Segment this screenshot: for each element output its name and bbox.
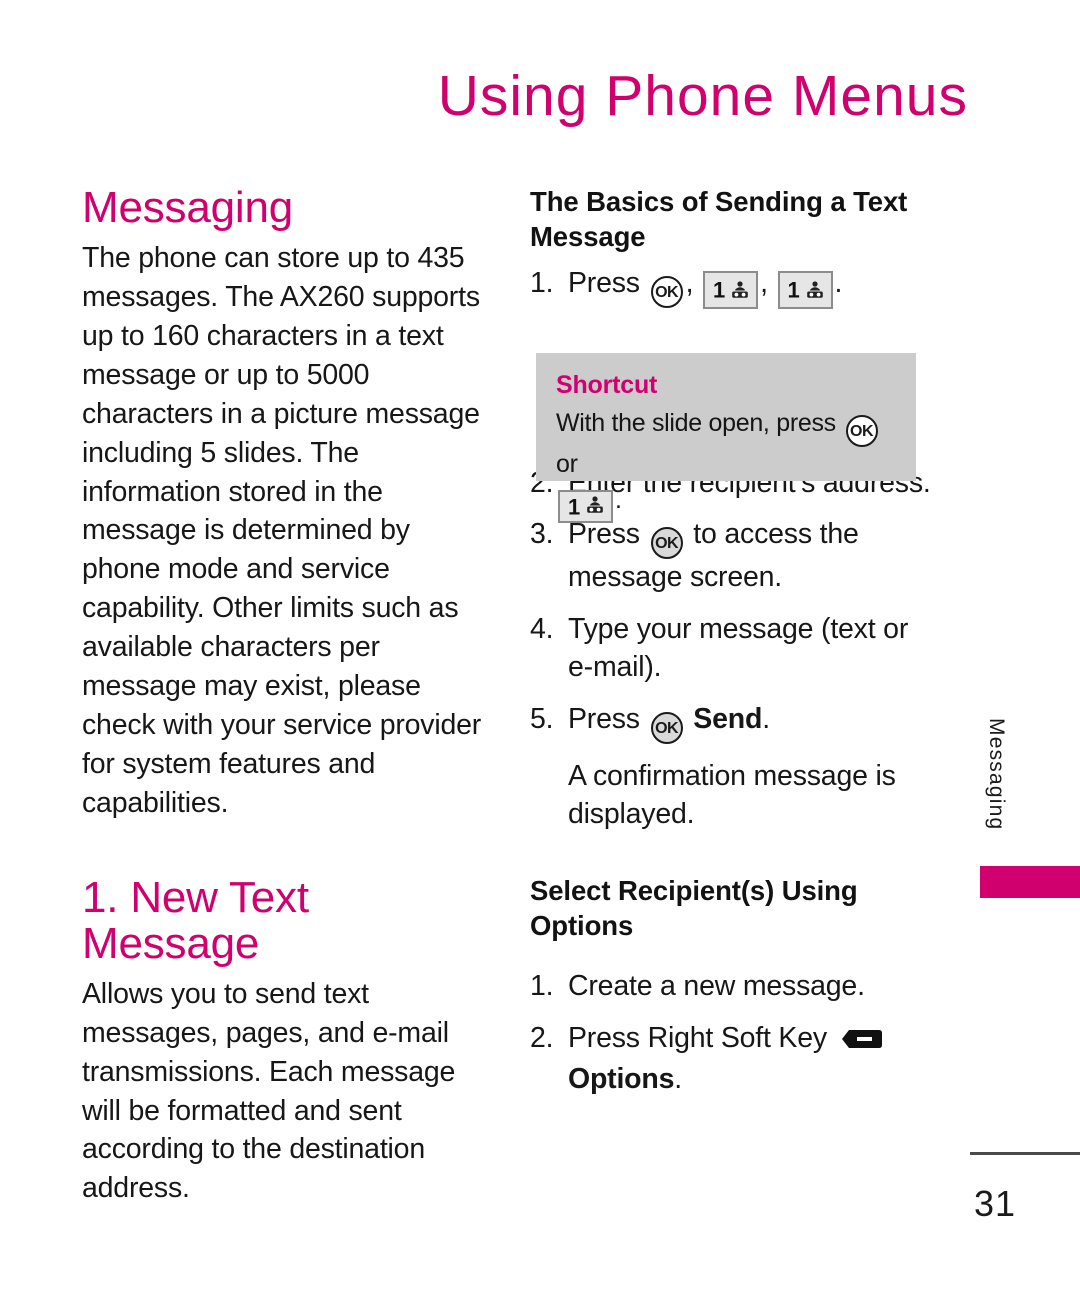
step-text-suffix: .: [674, 1062, 682, 1095]
ok-key-icon[interactable]: OK: [650, 712, 683, 745]
step-item: 2. Press Right Soft Key Options.: [530, 1020, 932, 1099]
step-text: Create a new message.: [568, 969, 865, 1002]
step-text: Press: [568, 266, 640, 299]
voicemail-icon: [730, 276, 750, 305]
heading-select-recipients-using-options: Select Recipient(s) Using Options: [530, 874, 858, 941]
step-item: 4. Type your message (text or e-mail).: [530, 611, 932, 687]
step-text: Press Right Soft Key: [568, 1021, 827, 1054]
section-heading-messaging: Messaging: [82, 183, 293, 232]
step-number: 1.: [530, 969, 554, 1002]
step-number: 4.: [530, 613, 554, 646]
ok-key-icon[interactable]: OK: [845, 415, 878, 447]
page-number: 31: [973, 1183, 1017, 1224]
one-key-icon[interactable]: 1: [703, 270, 759, 309]
options-steps-list: 1. Create a new message. 2. Press Right …: [530, 968, 932, 1099]
section-heading-new-text-message: 1. New Text Message: [82, 872, 309, 968]
step-item: 1. Press OK, 1, 1.: [530, 265, 932, 309]
options-label: Options: [568, 1062, 675, 1095]
step-text-suffix: .: [834, 266, 843, 299]
new-text-message-paragraph: Allows you to send text messages, pages,…: [82, 977, 456, 1205]
one-key-digit: 1: [787, 277, 800, 303]
page-title: Using Phone Menus: [437, 64, 968, 128]
voicemail-icon: [585, 494, 605, 519]
left-column: Messaging The phone can store up to 435 …: [82, 183, 494, 1208]
right-column: The Basics of Sending a Text Message 1. …: [530, 185, 932, 1112]
shortcut-text-middle: or: [556, 450, 578, 478]
shortcut-title: Shortcut: [556, 371, 658, 399]
step-number: 5.: [530, 703, 554, 736]
step-item: 1. Create a new message.: [530, 968, 932, 1006]
shortcut-callout-box: Shortcut With the slide open, press OK o…: [536, 353, 916, 524]
step-item: 5. Press OK Send.: [530, 701, 932, 745]
shortcut-text-after: .: [614, 485, 622, 514]
heading-basics-of-sending-a-text-message: The Basics of Sending a Text Message: [530, 186, 908, 252]
shortcut-text: With the slide open, press OK or 1.: [556, 406, 896, 524]
basics-steps-list: 1. Press OK, 1, 1. 2. Enter the recipien…: [530, 265, 932, 834]
one-key-digit: 1: [568, 493, 580, 519]
step-note-text: A confirmation message is displayed.: [568, 760, 896, 831]
one-key-icon[interactable]: 1: [558, 489, 613, 524]
send-label: Send: [693, 703, 763, 736]
step-text-suffix: .: [762, 703, 770, 736]
ok-key-icon[interactable]: OK: [650, 275, 683, 308]
step-number: 2.: [530, 1021, 554, 1054]
side-tab-label: Messaging: [985, 718, 1008, 831]
shortcut-text-before: With the slide open, press: [556, 409, 836, 437]
comma: ,: [685, 266, 694, 299]
step-text: Type your message (text or e-mail).: [568, 613, 909, 684]
one-key-digit: 1: [713, 277, 726, 303]
step-number: 3.: [530, 518, 554, 551]
one-key-icon[interactable]: 1: [777, 270, 833, 309]
voicemail-icon: [805, 276, 825, 305]
messaging-intro-paragraph: The phone can store up to 435 messages. …: [82, 242, 482, 819]
step-item: 3. Press OK to access the message screen…: [530, 516, 932, 597]
right-soft-key-icon[interactable]: [841, 1023, 883, 1061]
ok-key-icon[interactable]: OK: [650, 527, 683, 560]
comma: ,: [760, 266, 768, 299]
side-tab-bar: [980, 866, 1080, 898]
step-note: A confirmation message is displayed.: [530, 758, 932, 834]
footer-rule: [970, 1152, 1080, 1155]
step-text: Press: [568, 703, 640, 736]
step-number: 1.: [530, 266, 554, 299]
